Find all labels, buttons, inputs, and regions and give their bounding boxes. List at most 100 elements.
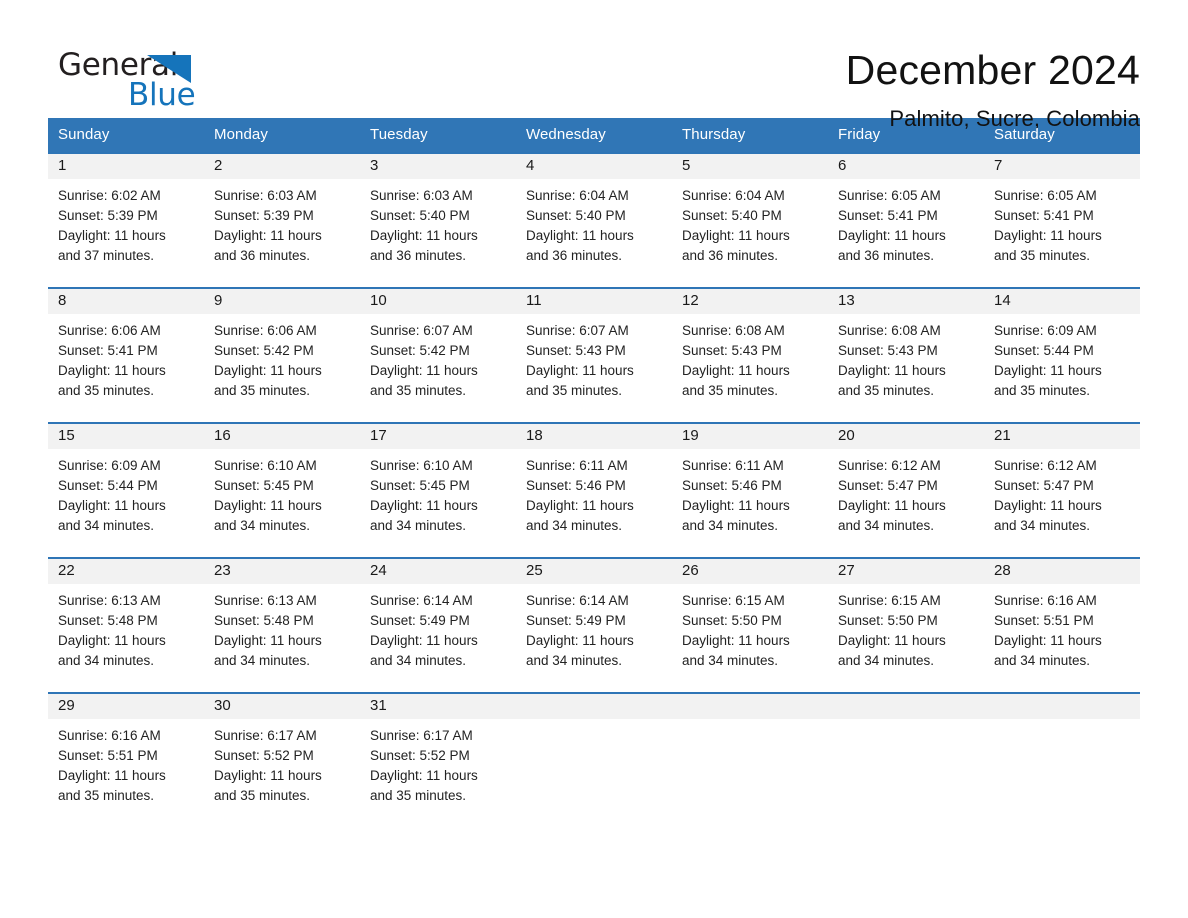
day-sun-info [672,719,828,726]
calendar-day-cell[interactable]: 26 Sunrise: 6:15 AM Sunset: 5:50 PM Dayligh… [672,559,828,692]
daylight-text-line1: Daylight: 11 hours [838,498,946,513]
sunset-text: Sunset: 5:43 PM [682,343,782,358]
daylight-text-line1: Daylight: 11 hours [994,228,1102,243]
calendar-day-cell[interactable]: 14 Sunrise: 6:09 AM Sunset: 5:44 PM Dayligh… [984,289,1140,422]
daylight-text-line1: Daylight: 11 hours [370,363,478,378]
calendar-day-cell[interactable]: 15 Sunrise: 6:09 AM Sunset: 5:44 PM Dayligh… [48,424,204,557]
calendar-day-cell[interactable]: 12 Sunrise: 6:08 AM Sunset: 5:43 PM Dayligh… [672,289,828,422]
day-number: 11 [516,289,672,314]
calendar-day-cell[interactable]: 2 Sunrise: 6:03 AM Sunset: 5:39 PM Daylight… [204,154,360,287]
daylight-text-line2: and 34 minutes. [214,518,311,533]
sunset-text: Sunset: 5:52 PM [370,748,470,763]
day-number: 13 [828,289,984,314]
calendar-day-cell[interactable]: 27 Sunrise: 6:15 AM Sunset: 5:50 PM Dayligh… [828,559,984,692]
day-sun-info: Sunrise: 6:04 AM Sunset: 5:40 PM Daylight:… [516,179,672,266]
daylight-text-line2: and 34 minutes. [526,518,623,533]
calendar-day-cell[interactable]: 3 Sunrise: 6:03 AM Sunset: 5:40 PM Daylight… [360,154,516,287]
day-sun-info: Sunrise: 6:06 AM Sunset: 5:42 PM Daylight:… [204,314,360,401]
day-sun-info: Sunrise: 6:16 AM Sunset: 5:51 PM Daylight:… [984,584,1140,671]
sunset-text: Sunset: 5:51 PM [58,748,158,763]
day-number: 3 [360,154,516,179]
sunrise-text: Sunrise: 6:03 AM [370,188,473,203]
day-number: 25 [516,559,672,584]
page-title: December 2024 [845,47,1140,93]
day-number: 2 [204,154,360,179]
day-sun-info: Sunrise: 6:17 AM Sunset: 5:52 PM Daylight:… [204,719,360,806]
calendar-day-cell[interactable]: 23 Sunrise: 6:13 AM Sunset: 5:48 PM Dayligh… [204,559,360,692]
calendar-day-cell[interactable]: 30 Sunrise: 6:17 AM Sunset: 5:52 PM Dayligh… [204,694,360,827]
daylight-text-line1: Daylight: 11 hours [58,363,166,378]
daylight-text-line1: Daylight: 11 hours [994,498,1102,513]
calendar-day-cell[interactable]: 7 Sunrise: 6:05 AM Sunset: 5:41 PM Daylight… [984,154,1140,287]
sunrise-text: Sunrise: 6:15 AM [682,593,785,608]
daylight-text-line2: and 35 minutes. [214,383,311,398]
calendar-weeks: 1 Sunrise: 6:02 AM Sunset: 5:39 PM Daylight… [48,152,1140,827]
sunset-text: Sunset: 5:45 PM [214,478,314,493]
sunset-text: Sunset: 5:41 PM [838,208,938,223]
day-number: 21 [984,424,1140,449]
calendar-day-cell[interactable]: 10 Sunrise: 6:07 AM Sunset: 5:42 PM Dayligh… [360,289,516,422]
daylight-text-line1: Daylight: 11 hours [682,228,790,243]
day-sun-info: Sunrise: 6:11 AM Sunset: 5:46 PM Daylight:… [516,449,672,536]
sunrise-text: Sunrise: 6:10 AM [370,458,473,473]
day-number: 20 [828,424,984,449]
daylight-text-line2: and 35 minutes. [682,383,779,398]
daylight-text-line2: and 34 minutes. [526,653,623,668]
daylight-text-line1: Daylight: 11 hours [214,363,322,378]
daylight-text-line2: and 35 minutes. [526,383,623,398]
calendar-day-cell[interactable]: 5 Sunrise: 6:04 AM Sunset: 5:40 PM Daylight… [672,154,828,287]
calendar-day-cell[interactable]: 18 Sunrise: 6:11 AM Sunset: 5:46 PM Dayligh… [516,424,672,557]
weekday-header-monday: Monday [214,126,268,143]
calendar-day-cell[interactable]: 9 Sunrise: 6:06 AM Sunset: 5:42 PM Daylight… [204,289,360,422]
calendar-day-cell[interactable]: 31 Sunrise: 6:17 AM Sunset: 5:52 PM Dayligh… [360,694,516,827]
sunset-text: Sunset: 5:40 PM [370,208,470,223]
logo-word-blue: Blue [128,77,196,113]
sunrise-text: Sunrise: 6:02 AM [58,188,161,203]
day-number: 29 [48,694,204,719]
sunset-text: Sunset: 5:39 PM [214,208,314,223]
calendar-day-cell[interactable]: 28 Sunrise: 6:16 AM Sunset: 5:51 PM Dayligh… [984,559,1140,692]
calendar-day-cell[interactable]: 6 Sunrise: 6:05 AM Sunset: 5:41 PM Daylight… [828,154,984,287]
calendar-day-cell[interactable]: 11 Sunrise: 6:07 AM Sunset: 5:43 PM Dayligh… [516,289,672,422]
day-sun-info: Sunrise: 6:08 AM Sunset: 5:43 PM Daylight:… [672,314,828,401]
daylight-text-line1: Daylight: 11 hours [838,228,946,243]
calendar-day-cell-empty [984,694,1140,827]
calendar-day-cell[interactable]: 1 Sunrise: 6:02 AM Sunset: 5:39 PM Daylight… [48,154,204,287]
sunrise-text: Sunrise: 6:05 AM [994,188,1097,203]
calendar-page: General Blue December 2024 Palmito, Sucr… [0,0,1188,918]
day-sun-info: Sunrise: 6:17 AM Sunset: 5:52 PM Daylight:… [360,719,516,806]
day-sun-info [984,719,1140,726]
day-number: 17 [360,424,516,449]
day-sun-info: Sunrise: 6:11 AM Sunset: 5:46 PM Daylight:… [672,449,828,536]
day-sun-info [516,719,672,726]
calendar-day-cell[interactable]: 4 Sunrise: 6:04 AM Sunset: 5:40 PM Daylight… [516,154,672,287]
daylight-text-line1: Daylight: 11 hours [214,768,322,783]
daylight-text-line2: and 35 minutes. [58,788,155,803]
daylight-text-line2: and 34 minutes. [682,518,779,533]
day-sun-info: Sunrise: 6:14 AM Sunset: 5:49 PM Daylight:… [516,584,672,671]
calendar-day-cell[interactable]: 21 Sunrise: 6:12 AM Sunset: 5:47 PM Dayligh… [984,424,1140,557]
sunrise-text: Sunrise: 6:07 AM [526,323,629,338]
calendar-day-cell[interactable]: 24 Sunrise: 6:14 AM Sunset: 5:49 PM Dayligh… [360,559,516,692]
calendar-day-cell[interactable]: 29 Sunrise: 6:16 AM Sunset: 5:51 PM Dayligh… [48,694,204,827]
day-number: 5 [672,154,828,179]
calendar-day-cell[interactable]: 8 Sunrise: 6:06 AM Sunset: 5:41 PM Daylight… [48,289,204,422]
day-sun-info: Sunrise: 6:08 AM Sunset: 5:43 PM Daylight:… [828,314,984,401]
calendar-day-cell[interactable]: 13 Sunrise: 6:08 AM Sunset: 5:43 PM Dayligh… [828,289,984,422]
sunset-text: Sunset: 5:43 PM [838,343,938,358]
calendar-day-cell[interactable]: 16 Sunrise: 6:10 AM Sunset: 5:45 PM Dayligh… [204,424,360,557]
day-sun-info: Sunrise: 6:06 AM Sunset: 5:41 PM Daylight:… [48,314,204,401]
day-number: 31 [360,694,516,719]
calendar-day-cell[interactable]: 19 Sunrise: 6:11 AM Sunset: 5:46 PM Dayligh… [672,424,828,557]
daylight-text-line2: and 35 minutes. [370,383,467,398]
calendar-day-cell[interactable]: 17 Sunrise: 6:10 AM Sunset: 5:45 PM Dayligh… [360,424,516,557]
calendar-day-cell[interactable]: 25 Sunrise: 6:14 AM Sunset: 5:49 PM Dayligh… [516,559,672,692]
daylight-text-line1: Daylight: 11 hours [526,633,634,648]
calendar-day-cell[interactable]: 22 Sunrise: 6:13 AM Sunset: 5:48 PM Dayligh… [48,559,204,692]
page-header: General Blue December 2024 Palmito, Sucr… [48,0,1140,131]
daylight-text-line1: Daylight: 11 hours [58,228,166,243]
calendar-day-cell[interactable]: 20 Sunrise: 6:12 AM Sunset: 5:47 PM Dayligh… [828,424,984,557]
day-sun-info: Sunrise: 6:16 AM Sunset: 5:51 PM Daylight:… [48,719,204,806]
day-sun-info: Sunrise: 6:03 AM Sunset: 5:39 PM Daylight:… [204,179,360,266]
general-blue-logo: General Blue [48,44,198,113]
